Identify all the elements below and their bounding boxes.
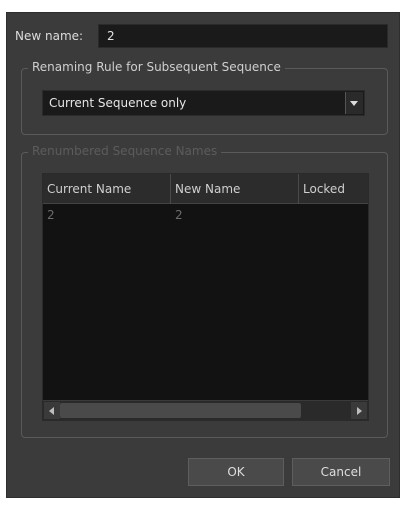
renaming-rule-group: Renaming Rule for Subsequent Sequence Cu… <box>21 60 388 135</box>
horizontal-scrollbar[interactable] <box>43 400 368 420</box>
row-current-name: 2 <box>47 208 55 222</box>
row-new-name: 2 <box>175 208 183 222</box>
cancel-button[interactable]: Cancel <box>292 458 390 486</box>
chevron-down-icon[interactable] <box>345 92 363 114</box>
renumbered-names-table: Current Name New Name Locked 2 2 <box>42 173 369 421</box>
arrow-left-icon[interactable] <box>44 402 60 419</box>
renaming-rule-select[interactable]: Current Sequence only <box>42 90 365 116</box>
renaming-rule-value: Current Sequence only <box>49 96 187 110</box>
renumbered-names-title: Renumbered Sequence Names <box>28 144 222 158</box>
table-header: Current Name New Name Locked <box>43 174 368 204</box>
column-header-locked[interactable]: Locked <box>299 174 370 204</box>
new-name-label: New name: <box>15 29 84 43</box>
scrollbar-thumb[interactable] <box>60 403 301 418</box>
arrow-right-icon[interactable] <box>351 402 367 419</box>
renumbered-names-group: Renumbered Sequence Names Current Name N… <box>21 144 388 438</box>
column-header-new-name[interactable]: New Name <box>171 174 299 204</box>
renaming-rule-title: Renaming Rule for Subsequent Sequence <box>28 60 285 74</box>
ok-button[interactable]: OK <box>188 458 284 486</box>
column-header-current-name[interactable]: Current Name <box>43 174 171 204</box>
new-name-input[interactable]: 2 <box>98 24 388 48</box>
rename-sequence-dialog: New name: 2 Renaming Rule for Subsequent… <box>6 12 400 498</box>
